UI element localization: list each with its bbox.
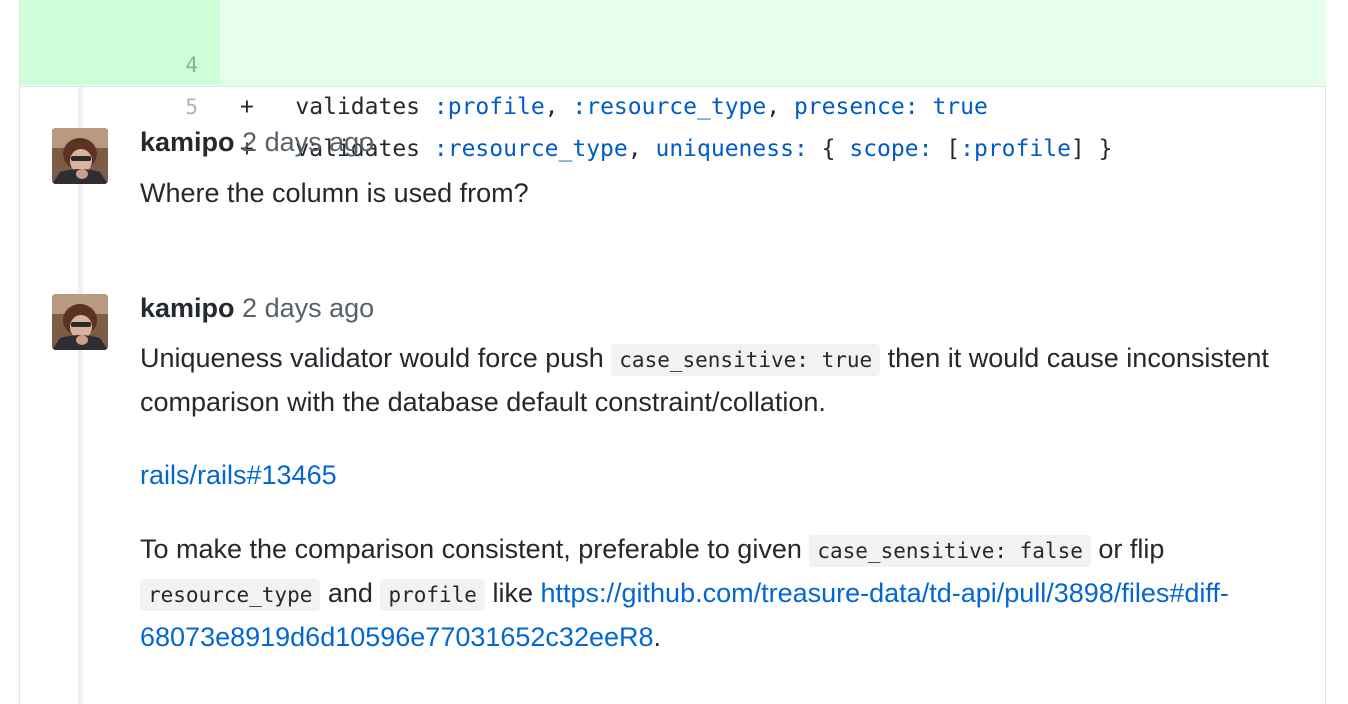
code-token: validates [295, 94, 434, 120]
comment-paragraph: Uniqueness validator would force push ca… [140, 337, 1290, 423]
code-token: , [544, 94, 573, 120]
comment-header: kamipo 2 days ago [140, 291, 374, 325]
code-token: :profile [433, 94, 545, 120]
comment-text: Where the column is used from? [140, 178, 529, 208]
diff-line[interactable]: 5 + validates :resource_type, uniqueness… [20, 44, 1326, 162]
diff-marker: + [240, 94, 254, 120]
comment-author[interactable]: kamipo [140, 127, 235, 157]
code-token: , [627, 136, 656, 162]
comment-paragraph: To make the comparison consistent, prefe… [140, 528, 1290, 658]
text-run: and [320, 578, 381, 608]
text-run: . [653, 622, 662, 652]
text-run: or flip [1090, 534, 1165, 564]
text-run: To make the comparison consistent, prefe… [140, 534, 810, 564]
code-token: , [766, 94, 794, 120]
code-token: true [932, 94, 988, 120]
issue-link[interactable]: rails/rails#13465 [140, 460, 337, 490]
code-token: { [807, 136, 850, 162]
code-token: :profile [960, 136, 1071, 162]
comment-body: Where the column is used from? [140, 172, 1290, 214]
code-token: scope: [849, 136, 933, 162]
diff-code: + validates :profile, :resource_type, pr… [240, 86, 988, 128]
comment-timestamp[interactable]: 2 days ago [242, 293, 374, 323]
diff-hunk: 4 + validates :profile, :resource_type, … [20, 0, 1326, 162]
text-run: like [484, 578, 541, 608]
code-token: presence: [793, 94, 919, 120]
avatar[interactable] [52, 294, 108, 350]
inline-code: profile [380, 579, 485, 611]
comment-timestamp[interactable]: 2 days ago [242, 127, 374, 157]
code-token: :resource_type [572, 94, 767, 120]
diff-line[interactable]: 4 + validates :profile, :resource_type, … [20, 2, 1326, 120]
user-avatar-icon [52, 294, 108, 350]
comment-header: kamipo 2 days ago [140, 125, 374, 159]
user-avatar-icon [52, 128, 108, 184]
comment-body: Uniqueness validator would force push ca… [140, 337, 1290, 658]
code-token: ] } [1070, 136, 1113, 162]
inline-code: case_sensitive: false [809, 535, 1091, 567]
comment-author[interactable]: kamipo [140, 293, 235, 323]
code-token: :resource_type [433, 136, 628, 162]
code-token: [ [932, 136, 961, 162]
inline-code: resource_type [140, 579, 321, 611]
avatar[interactable] [52, 128, 108, 184]
code-token: uniqueness: [655, 136, 808, 162]
inline-code: case_sensitive: true [611, 344, 881, 376]
line-number[interactable]: 5 [20, 86, 220, 128]
comment-paragraph: rails/rails#13465 [140, 454, 1290, 496]
text-run: Uniqueness validator would force push [140, 343, 612, 373]
